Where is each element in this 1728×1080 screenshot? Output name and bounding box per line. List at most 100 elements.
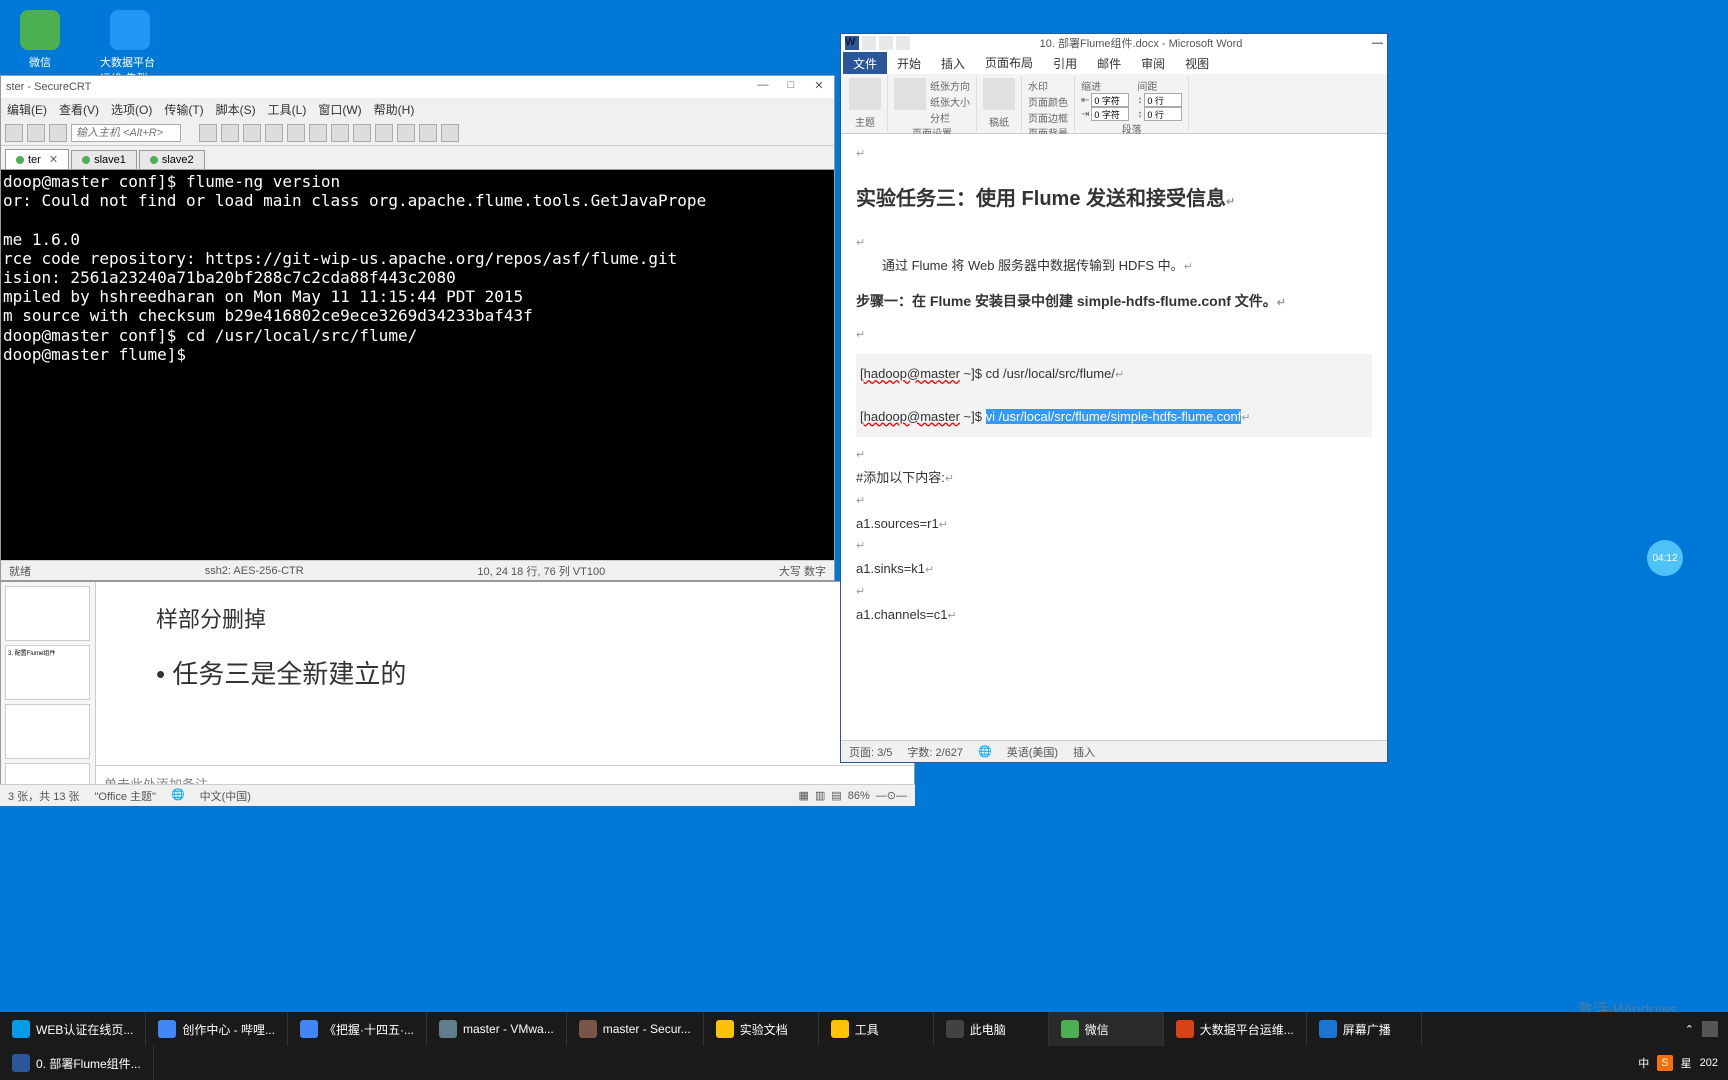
thumbnail[interactable]: 3. 配置Flume组件 — [5, 645, 90, 700]
task-item[interactable]: 0. 部署Flume组件... — [0, 1046, 154, 1080]
task-item[interactable]: 屏幕广播 — [1307, 1012, 1422, 1046]
folder-icon — [716, 1020, 734, 1038]
word-title-bar: W 10. 部署Flume组件.docx - Microsoft Word — — [841, 34, 1387, 52]
undo-icon[interactable] — [879, 36, 893, 50]
task-item[interactable]: 此电脑 — [934, 1012, 1049, 1046]
borders-button[interactable]: 页面边框 — [1028, 110, 1068, 125]
tab-master[interactable]: ter✕ — [5, 149, 69, 169]
redo-icon[interactable] — [896, 36, 910, 50]
menu-tools[interactable]: 工具(L) — [268, 101, 307, 118]
terminal-output[interactable]: doop@master conf]$ flume-ng version or: … — [1, 170, 834, 560]
toolbar-icon[interactable] — [27, 124, 45, 142]
task-item[interactable]: master - VMwa... — [427, 1012, 567, 1046]
toolbar — [1, 120, 834, 146]
toolbar-icon[interactable] — [331, 124, 349, 142]
ime-indicator[interactable]: 中 — [1638, 1055, 1649, 1071]
task-item-active[interactable]: 微信 — [1049, 1012, 1164, 1046]
margins-icon[interactable] — [894, 78, 926, 110]
tray-icon[interactable] — [1702, 1021, 1718, 1037]
view-icon[interactable]: ▤ — [831, 789, 841, 802]
task-item[interactable]: master - Secur... — [567, 1012, 704, 1046]
close-icon[interactable]: ✕ — [49, 153, 58, 166]
toolbar-icon[interactable] — [419, 124, 437, 142]
tab-pagelayout[interactable]: 页面布局 — [975, 51, 1043, 76]
minimize-button[interactable]: — — [753, 79, 773, 95]
indent-label: 缩进 — [1081, 78, 1129, 93]
task-item[interactable]: 实验文档 — [704, 1012, 819, 1046]
toolbar-icon[interactable] — [397, 124, 415, 142]
slide-content[interactable]: 样部分删掉 • 任务三是全新建立的 — [96, 582, 914, 765]
slide-thumbnails[interactable]: 3. 配置Flume组件 — [1, 582, 96, 805]
toolbar-icon[interactable] — [199, 124, 217, 142]
orientation-button[interactable]: 纸张方向 — [930, 78, 970, 93]
menu-help[interactable]: 帮助(H) — [374, 101, 415, 118]
toolbar-icon[interactable] — [265, 124, 283, 142]
page-indicator[interactable]: 页面: 3/5 — [849, 744, 892, 760]
language-indicator[interactable]: 英语(美国) — [1007, 744, 1058, 760]
task-item[interactable]: WEB认证在线页... — [0, 1012, 146, 1046]
word-count[interactable]: 字数: 2/627 — [907, 744, 963, 760]
size-button[interactable]: 纸张大小 — [930, 94, 970, 109]
config-line: a1.channels=c1 — [856, 607, 947, 622]
task-item[interactable]: 《把握·十四五·... — [288, 1012, 427, 1046]
toolbar-icon[interactable] — [375, 124, 393, 142]
close-button[interactable]: ✕ — [809, 79, 829, 95]
toolbar-icon[interactable] — [353, 124, 371, 142]
tray-chevron-icon[interactable]: ⌃ — [1685, 1023, 1694, 1036]
menu-edit[interactable]: 编辑(E) — [7, 101, 47, 118]
view-icon[interactable]: ▥ — [815, 789, 825, 802]
toolbar-icon[interactable] — [243, 124, 261, 142]
task-item[interactable]: 工具 — [819, 1012, 934, 1046]
view-icon[interactable]: ▦ — [799, 789, 809, 802]
menu-script[interactable]: 脚本(S) — [216, 101, 256, 118]
menu-transfer[interactable]: 传输(T) — [164, 101, 203, 118]
tab-mailings[interactable]: 邮件 — [1087, 52, 1131, 75]
toolbar-icon[interactable] — [5, 124, 23, 142]
tab-review[interactable]: 审阅 — [1131, 52, 1175, 75]
status-caps: 大写 数字 — [779, 563, 826, 579]
thumbnail[interactable] — [5, 704, 90, 759]
toolbar-icon[interactable] — [441, 124, 459, 142]
sogou-icon[interactable]: S — [1657, 1055, 1672, 1071]
menu-options[interactable]: 选项(O) — [111, 101, 152, 118]
ribbon: 主题 纸张方向 纸张大小 分栏 页面设置 稿纸 水印 页面颜色 页面边框 — [841, 74, 1387, 134]
themes-icon[interactable] — [849, 78, 881, 110]
chrome-icon — [300, 1020, 318, 1038]
zoom-slider[interactable]: —⊙— — [876, 789, 907, 802]
tab-view[interactable]: 视图 — [1175, 52, 1219, 75]
menu-window[interactable]: 窗口(W) — [318, 101, 361, 118]
tab-insert[interactable]: 插入 — [931, 52, 975, 75]
tab-references[interactable]: 引用 — [1043, 52, 1087, 75]
thumbnail[interactable] — [5, 586, 90, 641]
timer-badge[interactable]: 04:12 — [1647, 540, 1683, 576]
toolbar-icon[interactable] — [221, 124, 239, 142]
indent-right-input[interactable] — [1091, 107, 1129, 121]
spacing-after-input[interactable] — [1144, 107, 1182, 121]
menu-view[interactable]: 查看(V) — [59, 101, 99, 118]
tab-home[interactable]: 开始 — [887, 52, 931, 75]
task-item[interactable]: 大数据平台运维... — [1164, 1012, 1307, 1046]
wechat-icon — [1061, 1020, 1079, 1038]
indent-left-input[interactable] — [1091, 93, 1129, 107]
command-path: /usr/local/src/flume/simple-hdfs-flume.c… — [995, 409, 1241, 424]
document-area[interactable]: ↵ 实验任务三：使用 Flume 发送和接受信息↵ ↵ 通过 Flume 将 W… — [841, 134, 1387, 740]
folder-icon — [831, 1020, 849, 1038]
pagecolor-button[interactable]: 页面颜色 — [1028, 94, 1068, 109]
minimize-button[interactable]: — — [1372, 37, 1383, 49]
task-item[interactable]: 创作中心 - 哔哩... — [146, 1012, 288, 1046]
tab-file[interactable]: 文件 — [843, 52, 887, 75]
tab-slave2[interactable]: slave2 — [139, 150, 205, 169]
toolbar-icon[interactable] — [287, 124, 305, 142]
toolbar-icon[interactable] — [309, 124, 327, 142]
taskbar-row-2: 0. 部署Flume组件... 中 S 星 202 — [0, 1046, 1728, 1080]
toolbar-icon[interactable] — [49, 124, 67, 142]
tab-slave1[interactable]: slave1 — [71, 150, 137, 169]
spacing-before-input[interactable] — [1144, 93, 1182, 107]
columns-button[interactable]: 分栏 — [930, 110, 970, 125]
paper-icon[interactable] — [983, 78, 1015, 110]
watermark-button[interactable]: 水印 — [1028, 78, 1068, 93]
maximize-button[interactable]: □ — [781, 79, 801, 95]
host-input[interactable] — [71, 124, 181, 142]
task-label: 0. 部署Flume组件... — [36, 1055, 141, 1072]
save-icon[interactable] — [862, 36, 876, 50]
